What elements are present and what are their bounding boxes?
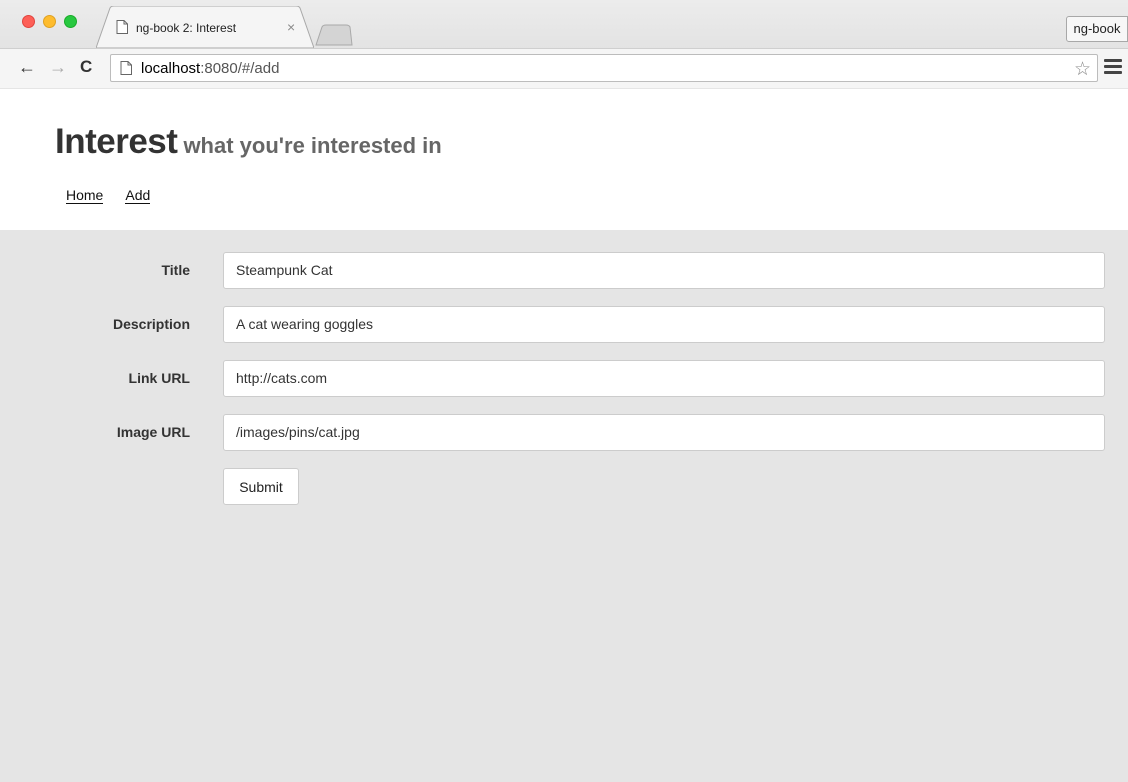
- url-path: :8080/#/add: [200, 60, 280, 77]
- description-input[interactable]: A cat wearing goggles: [223, 306, 1105, 343]
- nav-home-link[interactable]: Home: [66, 187, 104, 204]
- forward-arrow-icon[interactable]: →: [49, 55, 67, 79]
- brand: Interest what you're interested in: [55, 122, 442, 162]
- submit-button[interactable]: Submit: [223, 468, 299, 505]
- nav-add-link[interactable]: Add: [125, 187, 151, 204]
- brand-tagline: what you're interested in: [183, 133, 442, 158]
- page-icon: [120, 61, 132, 75]
- minimize-window-button[interactable]: [43, 15, 56, 28]
- url-host: localhost: [141, 60, 201, 77]
- browser-tab[interactable]: ng-book 2: Interest ×: [96, 6, 314, 48]
- title-label: Title: [161, 262, 190, 278]
- maximize-window-button[interactable]: [64, 15, 77, 28]
- new-tab-button[interactable]: [314, 24, 354, 46]
- add-form: Title Steampunk Cat Description A cat we…: [0, 230, 1128, 782]
- menu-hamburger-icon[interactable]: [1104, 59, 1122, 77]
- description-label: Description: [112, 316, 190, 332]
- browser-toolbar: ← → C localhost:8080/#/add ☆: [0, 48, 1128, 88]
- image-url-input[interactable]: /images/pins/cat.jpg: [223, 414, 1105, 451]
- form-row-description: Description A cat wearing goggles: [0, 306, 1128, 343]
- bookmark-star-icon[interactable]: ☆: [1074, 58, 1091, 81]
- image-url-label: Image URL: [116, 424, 190, 440]
- link-url-label: Link URL: [128, 370, 190, 386]
- page-icon: [116, 20, 128, 34]
- reload-icon[interactable]: C: [80, 55, 92, 79]
- address-bar[interactable]: localhost:8080/#/add ☆: [110, 54, 1098, 82]
- back-arrow-icon[interactable]: ←: [18, 55, 36, 79]
- url-text: localhost:8080/#/add: [141, 60, 279, 77]
- browser-chrome: ng-book 2: Interest × ng-book ← → C loca…: [0, 0, 1128, 88]
- form-row-image-url: Image URL /images/pins/cat.jpg: [0, 414, 1128, 451]
- form-row-title: Title Steampunk Cat: [0, 252, 1128, 289]
- title-input[interactable]: Steampunk Cat: [223, 252, 1105, 289]
- close-window-button[interactable]: [22, 15, 35, 28]
- page-header: Interest what you're interested in Home Ad…: [0, 89, 1128, 230]
- link-url-input[interactable]: http://cats.com: [223, 360, 1105, 397]
- form-row-link-url: Link URL http://cats.com: [0, 360, 1128, 397]
- brand-name: Interest: [55, 122, 178, 161]
- tab-title: ng-book 2: Interest: [136, 21, 237, 35]
- profile-button[interactable]: ng-book: [1066, 16, 1128, 42]
- close-tab-icon[interactable]: ×: [287, 19, 295, 35]
- main-nav: Home Add: [66, 187, 172, 205]
